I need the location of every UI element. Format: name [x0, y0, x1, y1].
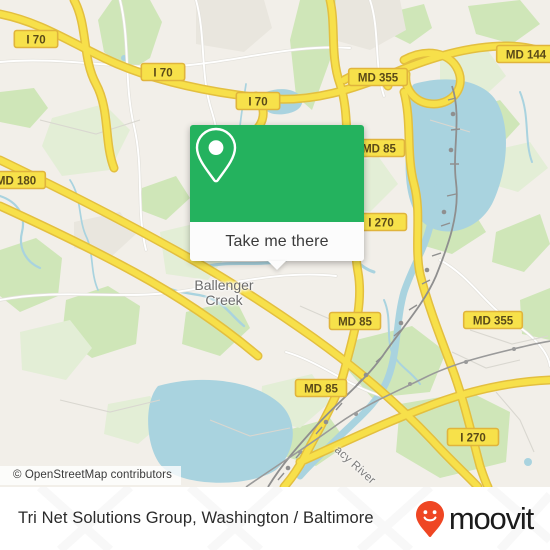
location-title: Tri Net Solutions Group, Washington / Ba… — [18, 509, 374, 527]
road-shield-label: I 70 — [26, 34, 45, 46]
callout-action-bar[interactable]: Take me there — [190, 222, 364, 270]
road-shield: MD 355 — [347, 67, 409, 87]
road-shield: I 70 — [140, 62, 186, 82]
moovit-wordmark: moovit — [448, 501, 534, 536]
moovit-pin-smile-icon — [415, 500, 444, 537]
road-shield-label: MD 355 — [473, 315, 514, 327]
callout-pointer-tail — [268, 261, 286, 270]
road-shield: MD 355 — [462, 310, 524, 330]
osm-attribution-text: © OpenStreetMap contributors — [13, 469, 172, 481]
place-label-ballenger-creek: Ballenger Creek — [178, 278, 270, 308]
road-shield-label: MD 355 — [358, 72, 399, 84]
map-pin-icon — [195, 127, 237, 183]
map-canvas[interactable]: I 70 I 70 I 70 MD 144 MD 355 MD 180 MD 85 I 270… — [0, 0, 550, 487]
road-shield-label: I 70 — [248, 96, 267, 108]
road-shield: MD 85 — [294, 378, 348, 398]
footer-bar: Tri Net Solutions Group, Washington / Ba… — [0, 487, 550, 550]
map-screenshot: I 70 I 70 I 70 MD 144 MD 355 MD 180 MD 85 I 270… — [0, 0, 550, 550]
road-shield-label: MD 180 — [0, 175, 36, 187]
moovit-logo[interactable]: moovit — [415, 500, 534, 538]
road-shield-label: MD 85 — [362, 143, 396, 155]
destination-callout-card[interactable]: Take me there — [190, 125, 364, 270]
road-shield-label: I 70 — [153, 67, 172, 79]
road-shield: I 70 — [13, 29, 59, 49]
place-label-line1: Ballenger — [194, 277, 254, 293]
road-shield-label: MD 85 — [304, 383, 338, 395]
road-shield: MD 180 — [0, 170, 47, 190]
road-shield: I 70 — [235, 91, 281, 111]
road-shield: I 270 — [446, 427, 500, 447]
road-shield-label: MD 144 — [506, 49, 547, 61]
road-shield: MD 144 — [495, 44, 550, 64]
osm-attribution[interactable]: © OpenStreetMap contributors — [0, 466, 181, 485]
road-shield-label: MD 85 — [338, 316, 372, 328]
callout-icon-panel — [190, 125, 364, 222]
road-shield-label: I 270 — [460, 432, 486, 444]
road-shield-label: I 270 — [368, 217, 394, 229]
place-label-line2: Creek — [205, 292, 243, 308]
take-me-there-label: Take me there — [225, 232, 329, 250]
road-shield: MD 85 — [328, 311, 382, 331]
